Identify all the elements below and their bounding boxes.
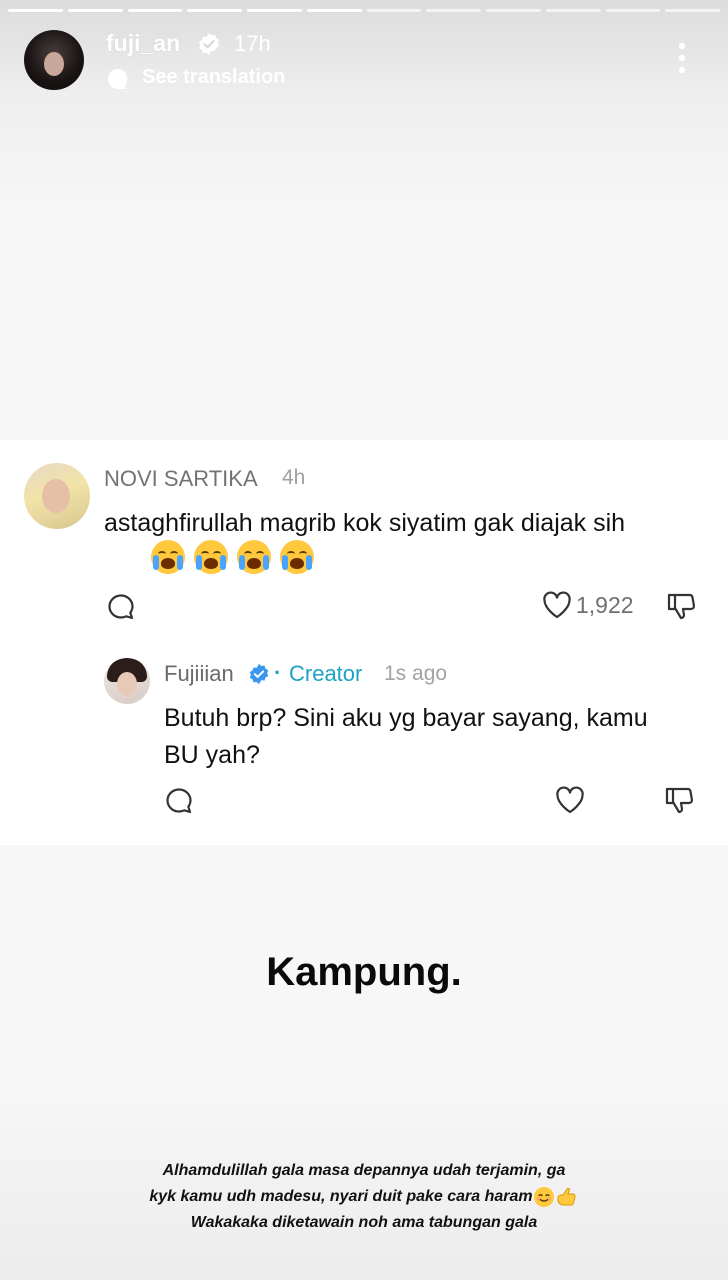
comment-time: 4h (282, 466, 306, 489)
comment-emojis (151, 540, 314, 574)
reply-time: 1s ago (384, 662, 448, 685)
commenter-avatar[interactable] (24, 463, 90, 529)
avatar-face (117, 672, 137, 696)
caption-line-with-emoji: kyk kamu udh madesu, nyari duit pake car… (84, 1184, 644, 1210)
story-username[interactable]: fuji_an (106, 30, 180, 57)
comment-text: astaghfirullah magrib kok siyatim gak di… (104, 509, 626, 537)
story-headline: Kampung. (266, 950, 462, 994)
heart-icon[interactable] (542, 591, 572, 619)
loudly-crying-face-icon (194, 540, 228, 574)
progress-segment (366, 9, 422, 12)
thumbs-down-icon[interactable] (664, 784, 696, 816)
story-progress-bar (8, 9, 720, 12)
reply-text: Butuh brp? Sini aku yg bayar sayang, kam… (164, 704, 648, 769)
avatar-face (44, 52, 64, 76)
story-author-avatar[interactable] (24, 30, 84, 90)
progress-segment (545, 9, 601, 12)
progress-segment (247, 9, 302, 12)
like-count: 1,922 (576, 592, 634, 618)
progress-segment (486, 9, 541, 12)
more-options-icon[interactable] (670, 40, 694, 76)
comment-author[interactable]: NOVI SARTIKA (104, 466, 258, 492)
progress-segment (426, 9, 481, 12)
progress-segment (8, 9, 63, 12)
creator-badge: Creator (289, 661, 363, 686)
loudly-crying-face-icon (237, 540, 271, 574)
progress-segment (306, 9, 362, 12)
loudly-crying-face-icon (151, 540, 185, 574)
see-translation-link[interactable]: See translation (142, 66, 285, 89)
reply-icon[interactable] (164, 786, 194, 816)
story-time: 17h (234, 31, 271, 56)
reply-icon[interactable] (106, 592, 136, 622)
progress-segment (665, 9, 720, 12)
progress-segment (605, 9, 661, 12)
caption-line: kyk kamu udh madesu, nyari duit pake car… (149, 1188, 533, 1205)
call-me-hand-icon (557, 1187, 576, 1206)
thumbs-down-icon[interactable] (666, 590, 698, 622)
avatar-face (42, 479, 70, 513)
loudly-crying-face-icon (280, 540, 314, 574)
story-caption: Alhamdulillah gala masa depannya udah te… (84, 1158, 644, 1236)
progress-segment (127, 9, 183, 12)
reply-author-avatar[interactable] (104, 658, 150, 704)
smiling-face-icon (533, 1186, 554, 1207)
progress-segment (187, 9, 242, 12)
progress-segment (67, 9, 123, 12)
comment-card (0, 440, 728, 845)
caption-line: Wakakaka diketawain noh ama tabungan gal… (190, 1214, 538, 1231)
heart-icon[interactable] (555, 786, 585, 814)
verified-badge-icon (249, 663, 269, 685)
translate-icon[interactable] (106, 67, 130, 91)
separator-dot: · (274, 660, 282, 685)
reply-author[interactable]: Fujiiian (164, 661, 234, 687)
caption-line: Alhamdulillah gala masa depannya udah te… (162, 1162, 566, 1179)
verified-badge-icon (199, 33, 219, 55)
